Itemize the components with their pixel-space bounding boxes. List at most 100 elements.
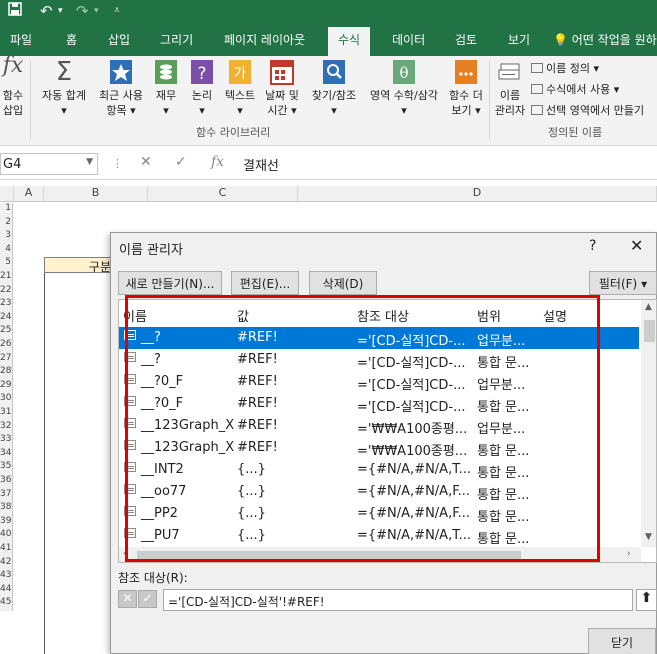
row-header[interactable]: 21: [0, 271, 13, 285]
financial-button[interactable]: 재무 ▾: [150, 58, 182, 118]
row-header[interactable]: 35: [0, 461, 13, 475]
row-header[interactable]: 31: [0, 407, 13, 421]
confirm-edit-icon[interactable]: ✓: [138, 590, 157, 608]
row-header[interactable]: 36: [0, 475, 13, 489]
name-box[interactable]: G4 ▼: [0, 153, 98, 175]
undo-icon[interactable]: ↶: [40, 2, 53, 20]
delete-name-button[interactable]: 삭제(D): [309, 271, 377, 295]
row-header[interactable]: 25: [0, 325, 13, 339]
new-name-button[interactable]: 새로 만들기(N)...: [118, 271, 222, 295]
vertical-scroll-thumb[interactable]: [644, 320, 655, 342]
enter-icon[interactable]: ✓: [175, 154, 187, 170]
select-all-corner[interactable]: [0, 186, 14, 202]
row-header[interactable]: 4: [0, 243, 13, 258]
lookup-reference-button[interactable]: 찾기/참조 ▾: [305, 58, 363, 118]
column-header-b[interactable]: B: [44, 186, 148, 202]
tab-page-layout[interactable]: 페이지 레이아웃: [224, 31, 305, 48]
chevron-down-icon[interactable]: ▼: [86, 157, 93, 167]
row-header[interactable]: 42: [0, 556, 13, 571]
cancel-icon[interactable]: ✕: [140, 154, 152, 170]
row-header[interactable]: 27: [0, 352, 13, 367]
row-header[interactable]: 44: [0, 583, 13, 598]
text-icon: 가: [229, 60, 251, 84]
insert-function-button[interactable]: fx 함수 삽입: [0, 53, 26, 118]
row-header[interactable]: 3: [0, 230, 13, 244]
column-header-d[interactable]: D: [298, 186, 657, 202]
row-header[interactable]: 26: [0, 339, 13, 353]
formula-input[interactable]: 결재선: [243, 155, 657, 174]
refers-to-input[interactable]: ='[CD-실적]CD-실적'!#REF!: [163, 589, 633, 611]
tab-home[interactable]: 홈: [66, 31, 77, 48]
row-header[interactable]: 37: [0, 488, 13, 503]
filter-button[interactable]: 필터(F) ▾: [589, 271, 657, 295]
logical-button[interactable]: ? 논리 ▾: [186, 58, 218, 118]
close-icon[interactable]: ✕: [630, 236, 643, 255]
row-header[interactable]: 2: [0, 216, 13, 231]
row-header[interactable]: 39: [0, 515, 13, 530]
highlight-box: [125, 295, 600, 562]
refers-to-label: 참조 대상(R):: [118, 571, 188, 585]
fx-icon: fx: [2, 53, 24, 78]
row-header[interactable]: 30: [0, 393, 13, 407]
row-header[interactable]: 38: [0, 502, 13, 516]
help-icon[interactable]: ?: [589, 238, 596, 254]
cell-b5[interactable]: 구분: [44, 257, 116, 274]
column-header-c[interactable]: C: [148, 186, 298, 202]
row-header[interactable]: 41: [0, 543, 13, 557]
row-header[interactable]: 29: [0, 379, 13, 394]
create-from-selection-button[interactable]: 선택 영역에서 만들기: [531, 102, 644, 118]
collapse-dialog-icon[interactable]: ⬆: [636, 589, 657, 611]
edit-name-button[interactable]: 편집(E)...: [231, 271, 299, 295]
vertical-scrollbar[interactable]: ▲ ▼: [641, 300, 656, 547]
svg-text:가: 가: [234, 66, 247, 82]
scroll-up-icon[interactable]: ▲: [645, 302, 652, 312]
datetime-button[interactable]: 날짜 및 시간 ▾: [260, 58, 304, 118]
more-functions-button[interactable]: 함수 더 보기 ▾: [444, 58, 488, 118]
autosum-button[interactable]: Σ 자동 합계 ▾: [36, 58, 92, 118]
tab-review[interactable]: 검토: [455, 31, 477, 48]
row-header[interactable]: 34: [0, 447, 13, 462]
tab-insert[interactable]: 삽입: [108, 31, 130, 48]
refers-to-row: ✕ ✓ ='[CD-실적]CD-실적'!#REF! ⬆: [118, 588, 657, 612]
tell-me-box[interactable]: 💡 어떤 작업을 원하: [553, 31, 657, 48]
row-header[interactable]: 24: [0, 311, 13, 326]
lightbulb-icon: 💡: [553, 33, 568, 47]
customize-icon[interactable]: ⩡: [114, 5, 120, 16]
redo-dropdown-icon[interactable]: ▾: [94, 6, 99, 16]
redo-icon[interactable]: ↷: [76, 2, 89, 20]
insert-function-icon[interactable]: fx: [211, 154, 224, 170]
row-header[interactable]: 23: [0, 298, 13, 312]
tab-data[interactable]: 데이터: [392, 31, 425, 48]
name-manager-button[interactable]: 이름 관리자: [490, 58, 530, 118]
cancel-edit-icon[interactable]: ✕: [118, 590, 137, 608]
row-header[interactable]: 32: [0, 420, 13, 435]
row-header[interactable]: 33: [0, 434, 13, 448]
row-header[interactable]: 1: [0, 203, 13, 217]
row-header[interactable]: 28: [0, 366, 13, 380]
scroll-down-icon[interactable]: ▼: [645, 532, 652, 542]
tag-icon: [531, 63, 543, 73]
tab-file[interactable]: 파일: [10, 31, 32, 48]
question-icon: ?: [191, 60, 213, 84]
tab-formulas[interactable]: 수식: [328, 27, 371, 56]
close-button[interactable]: 닫기: [588, 628, 656, 654]
undo-dropdown-icon[interactable]: ▾: [58, 6, 63, 16]
financial-icon: [155, 60, 177, 84]
use-in-formula-button[interactable]: 수식에서 사용 ▾: [531, 81, 619, 97]
scroll-right-icon[interactable]: ›: [627, 549, 631, 559]
define-name-button[interactable]: 이름 정의 ▾: [531, 60, 599, 76]
star-icon: [110, 60, 132, 84]
tell-me-text: 어떤 작업을 원하: [571, 33, 657, 47]
tab-draw[interactable]: 그리기: [160, 31, 193, 48]
row-header[interactable]: 45: [0, 597, 13, 611]
math-trig-button[interactable]: θ 영역 수학/삼각 ▾: [364, 58, 444, 118]
column-header-a[interactable]: A: [14, 186, 44, 202]
row-header[interactable]: 40: [0, 529, 13, 543]
tab-view[interactable]: 보기: [508, 31, 530, 48]
row-header[interactable]: 22: [0, 284, 13, 299]
row-header[interactable]: 5: [0, 257, 13, 271]
text-functions-button[interactable]: 가 텍스트 ▾: [222, 58, 258, 118]
row-header[interactable]: 43: [0, 570, 13, 584]
recent-functions-button[interactable]: 최근 사용 항목 ▾: [94, 58, 148, 118]
save-icon[interactable]: [8, 2, 22, 20]
